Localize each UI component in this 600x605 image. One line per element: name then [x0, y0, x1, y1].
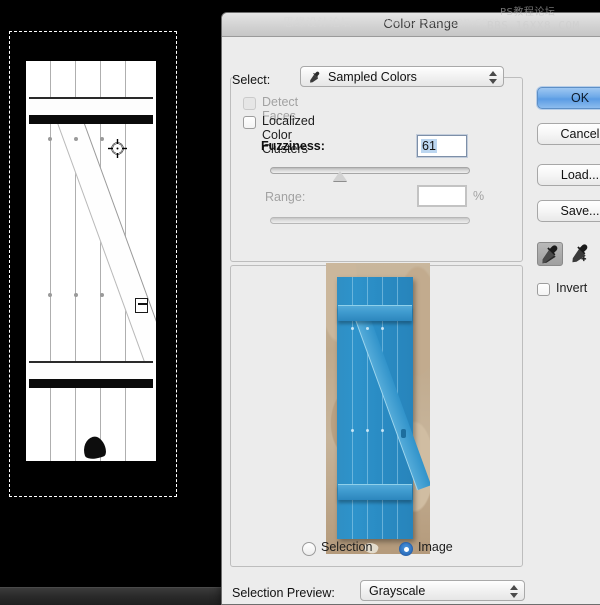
watermark-url-1: www.missyuan.com — [383, 15, 500, 28]
watermark-cn-forum-1: 思缘设计论坛 — [283, 14, 352, 30]
screenshot-root: Color Range Select: Sampled Colors — [0, 0, 600, 605]
preview-mode-selection-label: Selection — [321, 540, 372, 554]
radio-circle — [302, 542, 316, 556]
chevron-updown-icon[interactable] — [510, 585, 519, 598]
eyedropper-target-cursor — [108, 139, 127, 158]
eyedropper-icon[interactable] — [537, 242, 563, 266]
checkbox-box — [243, 97, 256, 110]
invert-label: Invert — [556, 281, 587, 295]
preview-bottom-rail — [338, 484, 412, 500]
select-label: Select: — [232, 73, 270, 87]
preview-diagonal-brace — [353, 310, 430, 490]
load-button[interactable]: Load... — [537, 164, 600, 186]
preview-mode-image-label: Image — [418, 540, 453, 554]
range-label: Range: — [265, 190, 305, 204]
preview-shutter-knob — [401, 429, 406, 438]
document-image-grayscale[interactable] — [26, 61, 156, 461]
shutter-shadow-blob — [80, 434, 108, 461]
cancel-button[interactable]: Cancel — [537, 123, 600, 145]
watermark-url-2: BBS.16XX8.COM — [487, 19, 580, 32]
preview-thumbnail[interactable] — [326, 263, 430, 554]
checkbox-box — [243, 116, 256, 129]
selection-preview-value: Grayscale — [369, 584, 425, 598]
fuzziness-slider-thumb[interactable] — [333, 171, 347, 181]
dialog-body: Select: Sampled Colors Detect Faces Lo — [222, 37, 600, 605]
selection-preview-label: Selection Preview: — [232, 586, 335, 600]
shutter-bottom-rail — [29, 361, 153, 388]
photoshop-canvas[interactable] — [0, 0, 222, 605]
checkbox-box — [537, 283, 550, 296]
eyedropper-toolgroup — [537, 242, 600, 268]
shutter-latch — [135, 298, 148, 313]
fuzziness-value: 61 — [421, 139, 437, 153]
color-range-dialog: Color Range Select: Sampled Colors — [221, 12, 600, 605]
fuzziness-input[interactable]: 61 — [417, 135, 467, 157]
shutter-diagonal-brace — [53, 103, 156, 384]
select-value: Sampled Colors — [328, 70, 417, 84]
range-slider-track — [270, 217, 470, 224]
range-unit-label: % — [473, 189, 484, 203]
preview-top-rail — [338, 305, 412, 321]
fuzziness-label: Fuzziness: — [261, 139, 325, 153]
select-dropdown[interactable]: Sampled Colors — [300, 66, 504, 87]
selection-preview-dropdown[interactable]: Grayscale — [360, 580, 525, 601]
eyedropper-add-icon[interactable] — [568, 242, 594, 266]
watermark-cn-forum-2: PS教程论坛 — [500, 3, 555, 18]
fuzziness-slider-track[interactable] — [270, 167, 470, 174]
eyedropper-icon — [309, 71, 322, 84]
range-input — [417, 185, 467, 207]
save-button[interactable]: Save... — [537, 200, 600, 222]
preview-shutter — [337, 277, 413, 539]
canvas-status-bar — [0, 587, 222, 605]
radio-circle — [399, 542, 413, 556]
chevron-updown-icon[interactable] — [489, 71, 498, 84]
shutter-top-rail — [29, 97, 153, 124]
ok-button[interactable]: OK — [537, 87, 600, 109]
